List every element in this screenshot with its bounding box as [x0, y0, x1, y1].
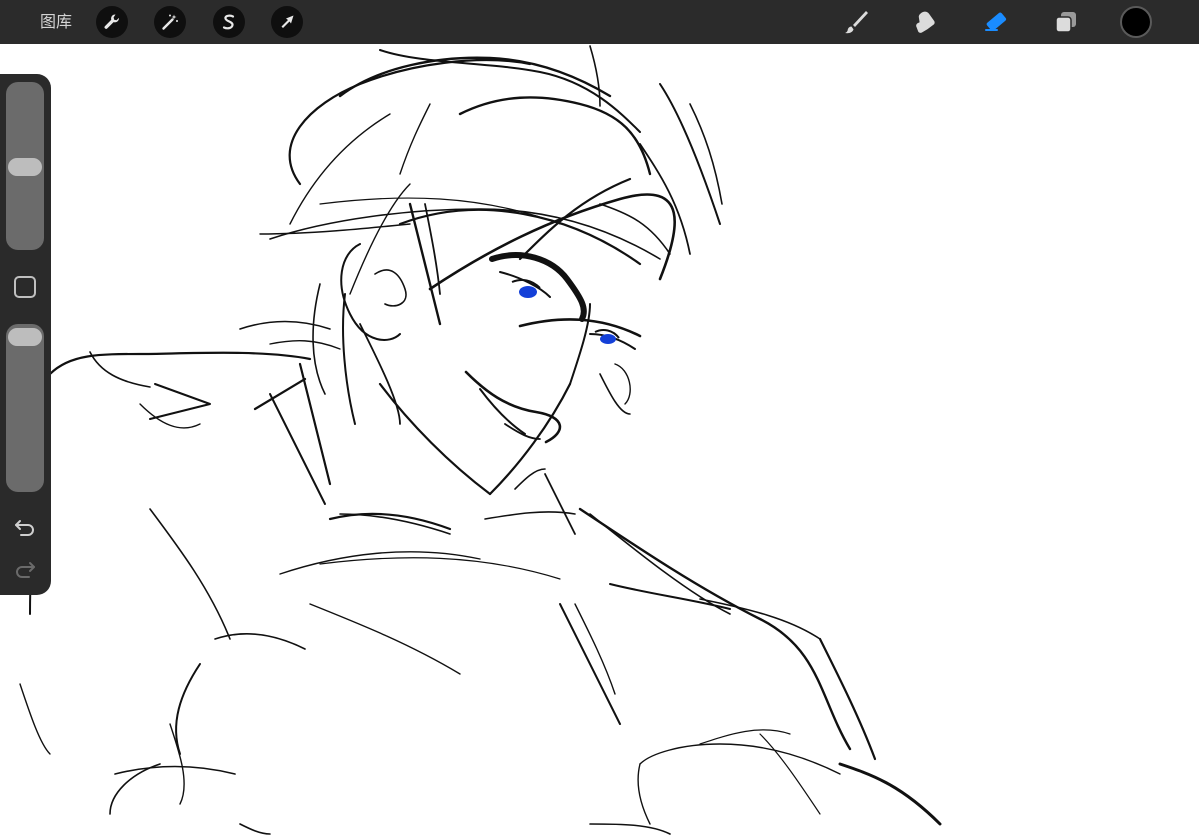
brush-size-slider[interactable]	[6, 82, 44, 250]
smudge-finger-icon	[916, 11, 935, 33]
brush-size-thumb[interactable]	[8, 158, 42, 176]
undo-button[interactable]	[12, 516, 38, 538]
square-modify-icon[interactable]	[14, 276, 36, 298]
brush-icon	[845, 11, 868, 34]
magic-wand-icon	[162, 14, 178, 30]
sketch-artwork	[0, 44, 1199, 838]
transform-button[interactable]	[271, 6, 303, 38]
redo-button[interactable]	[12, 558, 38, 580]
undo-icon	[15, 520, 34, 536]
layers-icon	[1055, 12, 1076, 33]
color-picker-button[interactable]	[1120, 6, 1152, 38]
selection-s-icon	[222, 14, 235, 30]
wrench-icon	[104, 14, 119, 29]
top-toolbar: 图库	[0, 0, 1199, 44]
brush-opacity-thumb[interactable]	[8, 328, 42, 346]
brush-opacity-slider[interactable]	[6, 324, 44, 492]
selection-button[interactable]	[213, 6, 245, 38]
arrow-cursor-icon	[281, 15, 294, 28]
eraser-icon	[985, 12, 1007, 31]
adjustments-button[interactable]	[154, 6, 186, 38]
gallery-button[interactable]: 图库	[40, 11, 72, 33]
brush-tool-button[interactable]	[840, 6, 872, 38]
redo-icon	[16, 562, 35, 578]
smudge-tool-button[interactable]	[910, 6, 942, 38]
actions-button[interactable]	[96, 6, 128, 38]
drawing-canvas[interactable]	[0, 44, 1199, 838]
brush-sidebar	[0, 74, 51, 595]
eraser-tool-button[interactable]	[980, 6, 1012, 38]
layers-button[interactable]	[1050, 6, 1082, 38]
